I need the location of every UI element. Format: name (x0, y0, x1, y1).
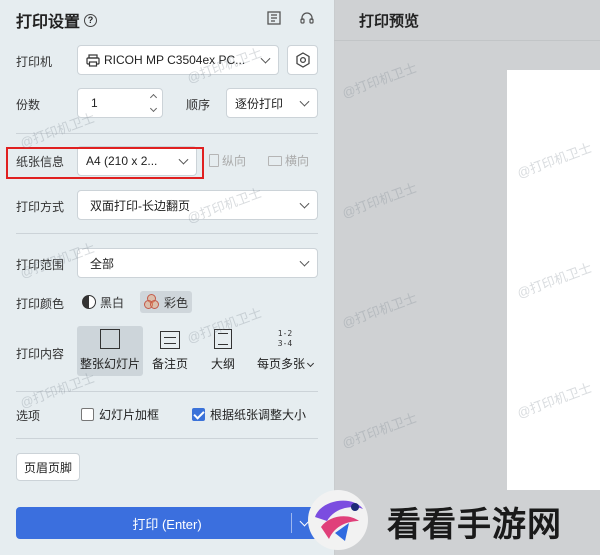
content-label: 打印内容 (16, 347, 65, 361)
brand-logo-icon (308, 490, 368, 550)
brand-text: 看看手游网 (387, 505, 562, 545)
portrait-label: 纵向 (222, 154, 247, 168)
color-option[interactable]: 彩色 (140, 291, 193, 313)
portrait-option[interactable]: 纵向 (209, 152, 246, 169)
content-option-outline[interactable]: 大纲 (196, 326, 250, 376)
order-label: 顺序 (186, 98, 211, 112)
divider (16, 233, 318, 234)
color-label: 打印颜色 (16, 297, 65, 311)
chevron-down-icon (299, 96, 310, 107)
content-option-multi[interactable]: 1-2 3-4 每页多张 (250, 326, 320, 376)
divider (16, 133, 318, 134)
layout-icon[interactable] (265, 9, 283, 27)
range-value: 全部 (90, 256, 115, 271)
fit-label: 根据纸张调整大小 (210, 408, 307, 422)
landscape-page-icon (268, 155, 282, 166)
multi-glyph-row: 1-2 (277, 329, 293, 338)
bw-option[interactable]: 黑白 (78, 291, 128, 313)
landscape-option[interactable]: 横向 (268, 152, 309, 169)
frame-label: 幻灯片加框 (99, 408, 160, 422)
notes-icon (160, 331, 180, 349)
chevron-down-icon (299, 256, 310, 267)
copies-stepper[interactable]: 1 (77, 88, 163, 118)
copies-arrows[interactable] (148, 92, 158, 114)
content-option-label: 大纲 (210, 357, 235, 371)
printer-icon (86, 53, 100, 67)
range-label: 打印范围 (16, 258, 65, 272)
order-value: 逐份打印 (235, 96, 284, 111)
outline-icon (214, 329, 232, 349)
multi-label-wrap: 每页多张 (256, 355, 315, 372)
content-option-label: 整张幻灯片 (79, 357, 140, 371)
bw-label: 黑白 (100, 295, 125, 310)
split-divider (291, 513, 292, 533)
print-mode-select[interactable]: 双面打印-长边翻页 (77, 190, 318, 220)
content-option-label: 每页多张 (256, 357, 305, 371)
print-settings-panel: 打印设置 ? 打印机 RICOH MP C3504ex PC... 份数 1 顺… (0, 0, 334, 555)
multi-glyph-row: 3-4 (277, 339, 293, 348)
help-icon[interactable]: ? (84, 13, 98, 27)
print-button[interactable]: 打印 (Enter) (16, 507, 318, 539)
content-option-notes[interactable]: 备注页 (140, 326, 200, 376)
bw-icon (82, 295, 96, 309)
printer-settings-button[interactable] (287, 45, 318, 75)
landscape-label: 横向 (285, 154, 310, 168)
headset-icon[interactable] (298, 9, 316, 27)
printer-select[interactable]: RICOH MP C3504ex PC... (77, 45, 279, 75)
checkbox-unchecked[interactable] (81, 408, 94, 421)
header-footer-button[interactable]: 页眉页脚 (16, 453, 80, 481)
print-button-label: 打印 (Enter) (132, 516, 202, 532)
brand-logo: 看看手游网 (305, 485, 600, 555)
color-option-label: 彩色 (164, 295, 189, 310)
frame-checkbox[interactable]: 幻灯片加框 (81, 406, 159, 423)
settings-title-text: 打印设置 (16, 14, 81, 31)
printer-label: 打印机 (16, 55, 53, 69)
order-select[interactable]: 逐份打印 (226, 88, 318, 118)
multi-page-icon: 1-2 3-4 (278, 329, 292, 349)
portrait-page-icon (209, 154, 219, 167)
print-mode-label: 打印方式 (16, 200, 65, 214)
highlight-box (6, 147, 204, 179)
copies-value: 1 (91, 96, 98, 110)
slide-icon (100, 329, 120, 349)
gear-icon (295, 52, 311, 68)
content-option-full-slide[interactable]: 整张幻灯片 (77, 326, 143, 376)
copies-label: 份数 (16, 98, 41, 112)
chevron-down-icon (260, 53, 271, 64)
color-icon (144, 294, 160, 310)
options-label: 选项 (16, 409, 41, 423)
divider (16, 438, 318, 439)
content-option-label: 备注页 (151, 357, 188, 371)
chevron-down-icon (299, 198, 310, 209)
print-mode-value: 双面打印-长边翻页 (90, 198, 190, 213)
preview-divider (334, 40, 600, 41)
checkbox-checked[interactable] (192, 408, 205, 421)
chevron-down-icon (306, 359, 315, 368)
fit-checkbox[interactable]: 根据纸张调整大小 (192, 406, 306, 423)
printer-value: RICOH MP C3504ex PC... (104, 53, 246, 67)
range-select[interactable]: 全部 (77, 248, 318, 278)
divider (16, 391, 318, 392)
settings-title: 打印设置 ? (16, 8, 98, 32)
preview-paper (507, 70, 600, 490)
preview-title: 打印预览 (359, 13, 420, 30)
